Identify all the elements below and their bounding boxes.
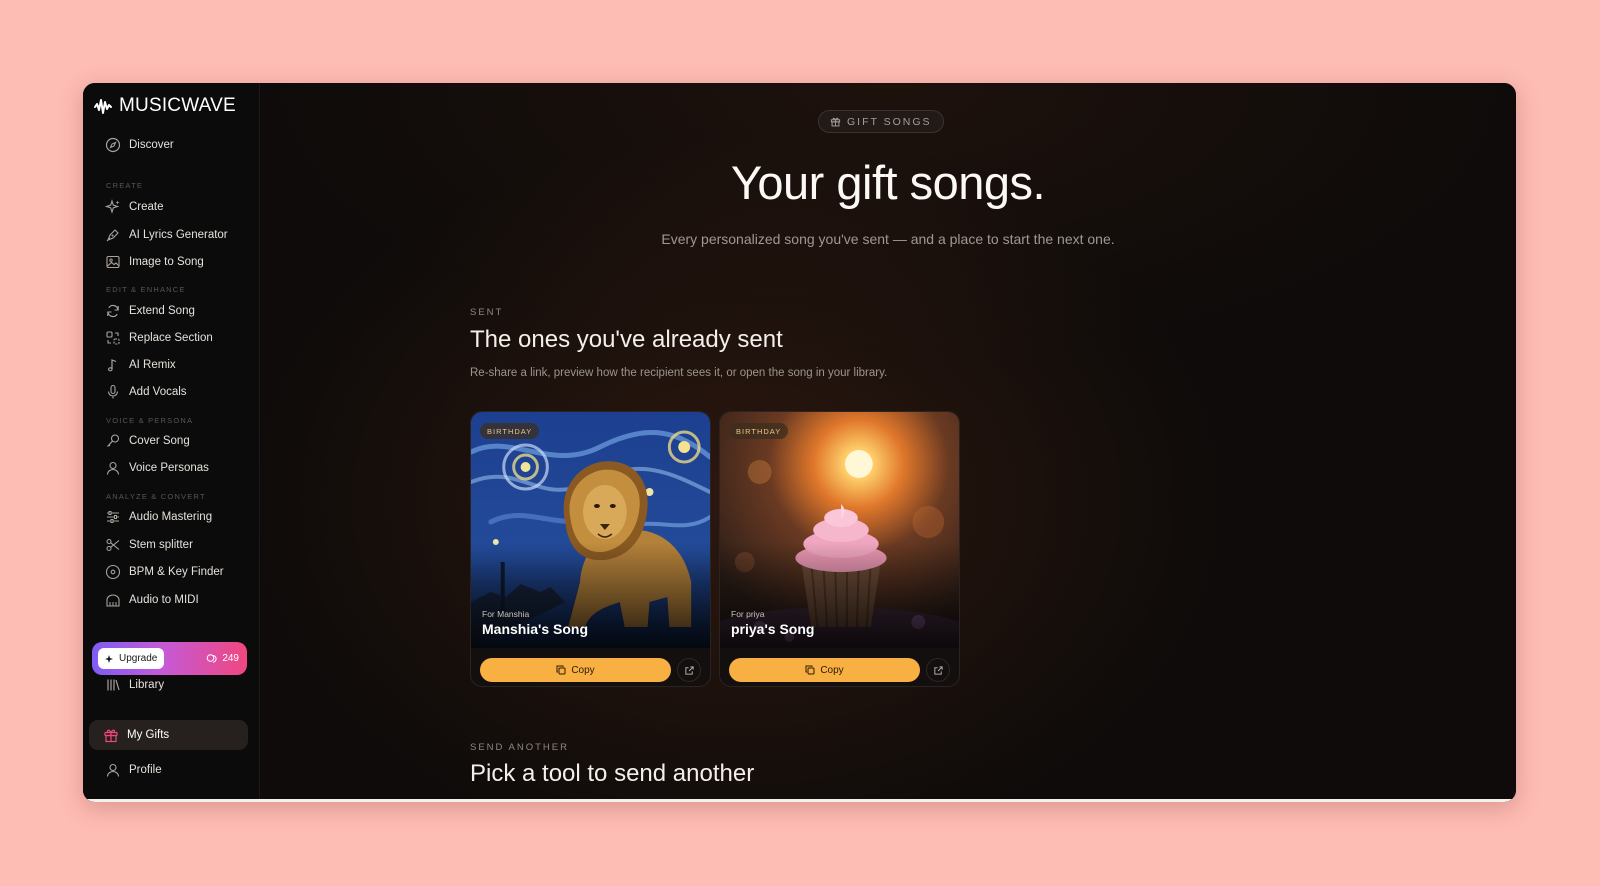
copy-icon (805, 665, 815, 675)
sidebar-item-label: AI Lyrics Generator (129, 229, 228, 241)
sidebar-item-label: Add Vocals (129, 386, 187, 398)
main-content: GIFT SONGS Your gift songs. Every person… (260, 83, 1516, 802)
waveform-logo-icon (94, 99, 112, 114)
library-icon (105, 677, 121, 693)
card-song-name: priya's Song (731, 621, 815, 637)
copy-link-button[interactable]: Copy (480, 658, 671, 682)
section-label-create: CREATE (106, 181, 144, 190)
mic-vocal-icon (105, 433, 121, 449)
logo-text: MUSICWAVE (119, 95, 236, 116)
sidebar-item-replace-section[interactable]: Replace Section (105, 327, 213, 349)
sidebar-item-ai-lyrics[interactable]: AI Lyrics Generator (105, 224, 228, 246)
credits-value: 249 (222, 653, 239, 664)
scissors-icon (105, 537, 121, 553)
sidebar-item-label: Voice Personas (129, 462, 209, 474)
gift-song-card[interactable]: BIRTHDAY For priya priya's Song Copy (719, 411, 960, 687)
logo[interactable]: MUSICWAVE (93, 95, 236, 117)
sidebar-item-profile[interactable]: Profile (105, 759, 162, 781)
sidebar-item-add-vocals[interactable]: Add Vocals (105, 381, 187, 403)
sparkles-icon (105, 199, 121, 215)
sidebar-item-voice-personas[interactable]: Voice Personas (105, 457, 209, 479)
gift-icon (830, 117, 841, 127)
sidebar-item-audio-to-midi[interactable]: Audio to MIDI (105, 589, 199, 611)
sidebar-item-ai-remix[interactable]: AI Remix (105, 354, 176, 376)
app-window: MUSICWAVE Discover CREATE Create AI Lyri… (83, 83, 1516, 802)
card-song-name: Manshia's Song (482, 621, 589, 637)
external-link-icon (684, 665, 694, 675)
sidebar-item-cover-song[interactable]: Cover Song (105, 430, 190, 452)
user-icon (105, 762, 121, 778)
sidebar-item-label: Library (129, 679, 165, 691)
copy-label: Copy (820, 664, 844, 676)
sidebar-item-library[interactable]: Library (105, 674, 164, 696)
sidebar: MUSICWAVE Discover CREATE Create AI Lyri… (83, 83, 260, 802)
replace-icon (105, 330, 121, 346)
sidebar-item-my-gifts[interactable]: My Gifts (103, 724, 169, 746)
sent-description: Re-share a link, preview how the recipie… (470, 367, 888, 379)
sidebar-item-extend-song[interactable]: Extend Song (105, 300, 195, 322)
upgrade-button[interactable]: Upgrade (98, 648, 165, 669)
send-another-title: Pick a tool to send another (470, 760, 755, 787)
pen-tool-icon (105, 227, 121, 243)
sidebar-item-bpm-key[interactable]: BPM & Key Finder (105, 561, 224, 583)
copy-link-button[interactable]: Copy (729, 658, 920, 682)
sidebar-item-audio-mastering[interactable]: Audio Mastering (105, 506, 212, 528)
image-icon (105, 254, 121, 270)
card-recipient: For priya (731, 609, 765, 619)
sent-title: The ones you've already sent (470, 326, 783, 353)
upgrade-label: Upgrade (119, 653, 158, 664)
card-recipient: For Manshia (482, 609, 530, 619)
occasion-badge: BIRTHDAY (729, 423, 789, 439)
credits-counter: 249 (206, 653, 239, 665)
user-icon (105, 460, 121, 476)
sidebar-item-image-to-song[interactable]: Image to Song (105, 251, 204, 273)
compass-icon (105, 137, 121, 153)
send-another-eyebrow: SEND ANOTHER (470, 742, 569, 753)
sparkles-icon (105, 654, 113, 663)
microphone-icon (105, 384, 121, 400)
gift-icon (103, 727, 119, 743)
gift-songs-pill: GIFT SONGS (818, 110, 944, 133)
sidebar-item-label: Replace Section (129, 332, 213, 344)
piano-icon (105, 592, 121, 608)
section-label-voice: VOICE & PERSONA (106, 416, 194, 425)
copy-label: Copy (571, 664, 595, 676)
sidebar-item-label: Audio to MIDI (129, 594, 199, 606)
sliders-icon (105, 509, 121, 525)
gift-song-card[interactable]: BIRTHDAY For Manshia Manshia's Song Copy (470, 411, 711, 687)
sidebar-item-label: Create (129, 201, 164, 213)
sidebar-item-label: Discover (129, 139, 174, 151)
sidebar-item-create[interactable]: Create (105, 196, 164, 218)
external-link-icon (933, 665, 943, 675)
sidebar-item-label: AI Remix (129, 359, 176, 371)
disc-icon (105, 564, 121, 580)
pill-label: GIFT SONGS (847, 115, 932, 128)
sidebar-item-label: Extend Song (129, 305, 195, 317)
sidebar-item-label: Cover Song (129, 435, 190, 447)
copy-icon (556, 665, 566, 675)
sidebar-item-stem-splitter[interactable]: Stem splitter (105, 534, 193, 556)
sent-eyebrow: SENT (470, 307, 504, 318)
section-label-edit: EDIT & ENHANCE (106, 285, 186, 294)
section-label-analyze: ANALYZE & CONVERT (106, 492, 206, 501)
open-external-button[interactable] (677, 658, 701, 682)
coins-icon (207, 653, 217, 663)
page-title: Your gift songs. (730, 156, 1046, 209)
page-subtitle: Every personalized song you've sent — an… (661, 231, 1115, 247)
upgrade-banner: Upgrade 249 (92, 642, 247, 675)
music-note-icon (105, 357, 121, 373)
sidebar-item-label: Profile (129, 764, 162, 776)
occasion-badge: BIRTHDAY (480, 423, 540, 439)
sidebar-item-label: Stem splitter (129, 539, 193, 551)
refresh-icon (105, 303, 121, 319)
sidebar-item-discover[interactable]: Discover (105, 134, 174, 156)
sidebar-item-label: BPM & Key Finder (129, 566, 224, 578)
open-external-button[interactable] (926, 658, 950, 682)
sidebar-item-label: Audio Mastering (129, 511, 213, 523)
sidebar-item-label: Image to Song (129, 256, 204, 268)
sidebar-item-label: My Gifts (127, 729, 170, 741)
